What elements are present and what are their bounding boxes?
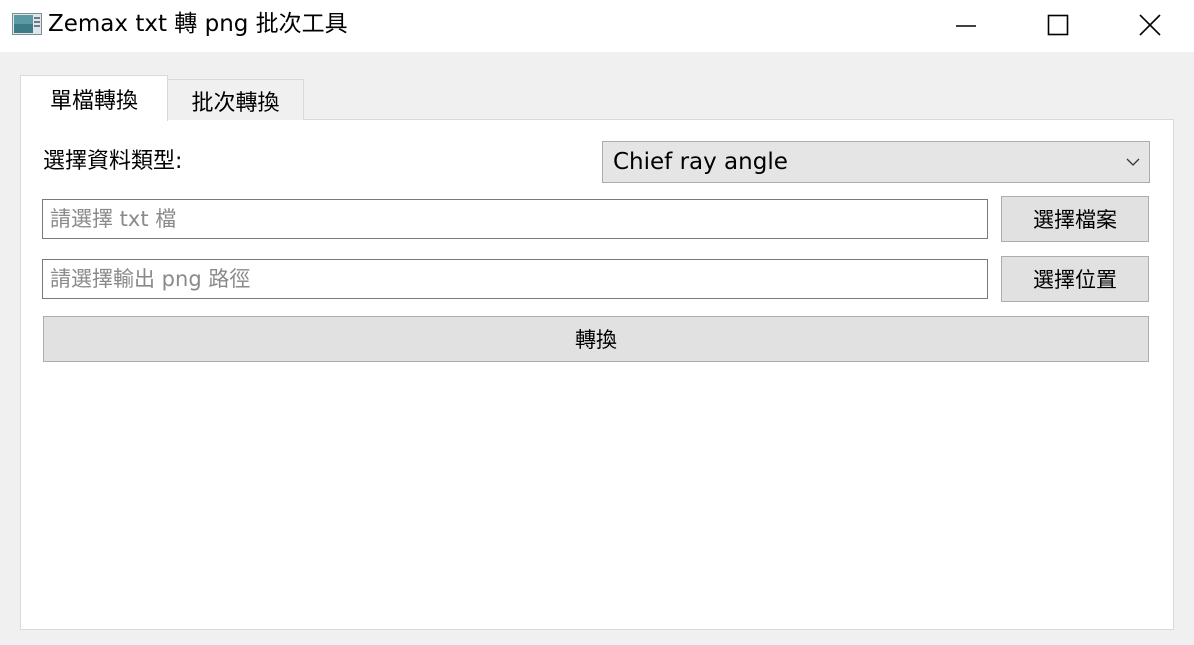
tab-batch[interactable]: 批次轉換 <box>167 79 304 120</box>
data-type-label: 選擇資料類型: <box>43 149 183 174</box>
data-type-select[interactable]: Chief ray angle <box>602 141 1150 183</box>
select-file-button[interactable]: 選擇檔案 <box>1001 196 1149 242</box>
maximize-button[interactable] <box>1012 0 1104 50</box>
app-window: Zemax txt 轉 png 批次工具 單檔轉換 批次轉換 選擇資料類型: C… <box>0 0 1194 645</box>
app-window-icon <box>12 13 42 35</box>
maximize-icon <box>1047 14 1069 36</box>
window-title: Zemax txt 轉 png 批次工具 <box>48 11 348 37</box>
data-type-selected-value: Chief ray angle <box>613 149 788 175</box>
png-output-path-input[interactable] <box>42 259 988 299</box>
close-button[interactable] <box>1104 0 1194 50</box>
title-bar[interactable]: Zemax txt 轉 png 批次工具 <box>0 0 1194 52</box>
convert-button[interactable]: 轉換 <box>43 316 1149 362</box>
tab-single-file[interactable]: 單檔轉換 <box>20 75 168 121</box>
minimize-icon <box>956 25 976 27</box>
chevron-down-icon <box>1126 158 1140 166</box>
minimize-button[interactable] <box>920 0 1012 50</box>
close-icon <box>1139 14 1161 36</box>
select-location-button[interactable]: 選擇位置 <box>1001 256 1149 302</box>
txt-file-input[interactable] <box>42 199 988 239</box>
